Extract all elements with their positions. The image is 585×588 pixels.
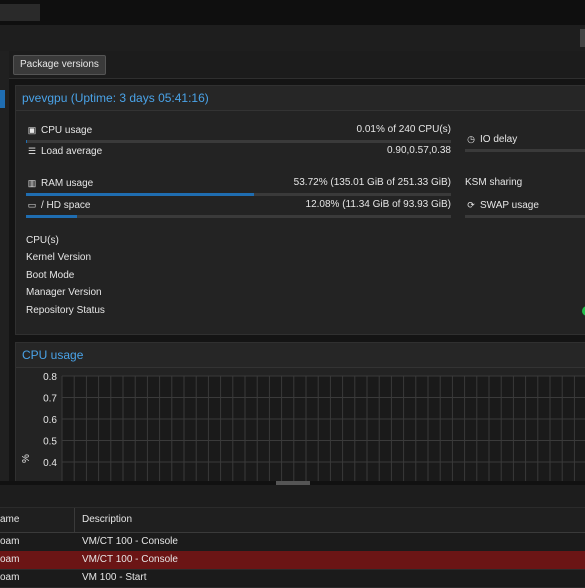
refresh-icon: ⟳ — [467, 200, 475, 210]
chart-y-ticks: 0.8 0.7 0.6 0.5 0.4 — [43, 372, 57, 469]
task-log-header — [0, 485, 585, 508]
chart-y-axis-label: % — [21, 454, 32, 463]
cpu-usage-chart-panel: CPU usage 0.8 0.7 0.6 0.5 0.4 % — [15, 342, 585, 494]
cpu-icon: ▣ — [27, 125, 37, 135]
task-description: VM/CT 100 - Console — [82, 536, 178, 547]
table-row[interactable]: oam VM 100 - Start — [0, 569, 585, 588]
cpu-usage-chart-title: CPU usage — [16, 343, 585, 368]
hd-space-bar-fill — [26, 215, 78, 218]
node-status-title: pvevgpu (Uptime: 3 days 05:41:16) — [16, 86, 585, 111]
info-cpus-label: CPU(s) — [26, 235, 59, 246]
list-icon: ☰ — [27, 146, 37, 156]
toolbar-edge-button[interactable] — [580, 29, 585, 47]
chart-y-tick-label: 0.6 — [43, 415, 57, 426]
cpu-usage-label: ▣ CPU usage — [27, 125, 93, 136]
ram-usage-bar-fill — [26, 193, 255, 196]
load-average-value: 0.90,0.57,0.38 — [387, 145, 451, 156]
task-name: oam — [0, 554, 20, 565]
ksm-sharing-label: KSM sharing — [465, 177, 523, 188]
column-separator[interactable] — [74, 508, 75, 532]
chart-plot-area — [62, 376, 585, 493]
info-repository-status-label: Repository Status — [26, 305, 105, 316]
chart-y-tick-label: 0.4 — [43, 458, 57, 469]
chart-grid — [61, 375, 585, 493]
package-versions-button[interactable]: Package versions — [13, 55, 106, 75]
cpu-usage-bar-fill — [26, 140, 28, 143]
info-kernel-label: Kernel Version — [26, 252, 92, 263]
info-boot-mode-label: Boot Mode — [26, 270, 75, 281]
content-area: pvevgpu (Uptime: 3 days 05:41:16) ▣ CPU u… — [9, 79, 585, 494]
top-bar — [0, 0, 585, 25]
node-status-panel: pvevgpu (Uptime: 3 days 05:41:16) ▣ CPU u… — [15, 85, 585, 335]
load-average-label: ☰ Load average — [27, 146, 103, 157]
task-description: VM/CT 100 - Console — [82, 554, 178, 565]
hd-space-bar — [26, 215, 451, 218]
column-header-name[interactable]: ame — [0, 508, 19, 532]
cpu-usage-value: 0.01% of 240 CPU(s) — [356, 124, 452, 135]
secondary-toolbar — [0, 25, 585, 52]
column-header-description[interactable]: Description — [82, 508, 132, 532]
task-log-panel: ame Description oam VM/CT 100 - Console … — [0, 481, 585, 588]
task-table-header: ame Description — [0, 508, 585, 533]
hd-space-value: 12.08% (11.34 GiB of 93.93 GiB) — [305, 199, 451, 210]
top-tab[interactable] — [0, 4, 40, 21]
chart-y-tick-label: 0.7 — [43, 394, 57, 405]
info-manager-version-label: Manager Version — [26, 287, 102, 298]
ram-usage-label: ▥ RAM usage — [27, 178, 94, 189]
table-row-selected[interactable]: oam VM/CT 100 - Console — [0, 551, 585, 570]
task-description: VM 100 - Start — [82, 572, 147, 583]
chart-y-tick-label: 0.5 — [43, 437, 57, 448]
task-name: oam — [0, 572, 20, 583]
chart-y-tick-label: 0.8 — [43, 372, 57, 383]
task-name: oam — [0, 536, 20, 547]
ram-usage-bar — [26, 193, 451, 196]
table-row[interactable]: oam VM/CT 100 - Console — [0, 533, 585, 552]
ram-usage-value: 53.72% (135.01 GiB of 251.33 GiB) — [293, 177, 451, 188]
swap-usage-bar — [465, 215, 585, 218]
cpu-usage-bar — [26, 140, 451, 143]
cpu-usage-chart: 0.8 0.7 0.6 0.5 0.4 % — [21, 372, 585, 493]
io-delay-label: ◷ IO delay — [465, 132, 517, 146]
hdd-icon: ▭ — [27, 200, 37, 210]
hd-space-label: ▭ / HD space — [27, 200, 91, 211]
clock-icon: ◷ — [467, 134, 475, 144]
sidebar-selected-item[interactable] — [0, 90, 5, 108]
memory-icon: ▥ — [27, 178, 37, 188]
swap-usage-label: ⟳ SWAP usage — [465, 198, 539, 212]
io-delay-bar — [465, 149, 585, 152]
node-toolbar: Package versions — [9, 51, 585, 79]
